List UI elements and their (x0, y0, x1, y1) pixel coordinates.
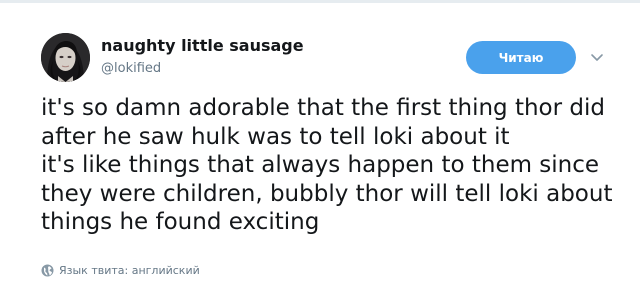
top-divider (0, 0, 640, 3)
author-handle[interactable]: @lokified (101, 61, 161, 76)
avatar[interactable] (41, 33, 90, 82)
translate-tweet-link[interactable]: Язык твита: английский (41, 262, 200, 278)
translate-label: Язык твита: английский (59, 263, 200, 277)
tweet-text: it's so damn adorable that the first thi… (41, 95, 613, 236)
following-button-label: Читаю (498, 50, 544, 65)
following-button[interactable]: Читаю (466, 41, 576, 74)
more-options-button[interactable] (587, 47, 607, 67)
avatar-image (41, 33, 90, 82)
globe-icon (41, 264, 54, 276)
author-display-name[interactable]: naughty little sausage (101, 36, 304, 55)
chevron-down-icon (591, 54, 603, 61)
